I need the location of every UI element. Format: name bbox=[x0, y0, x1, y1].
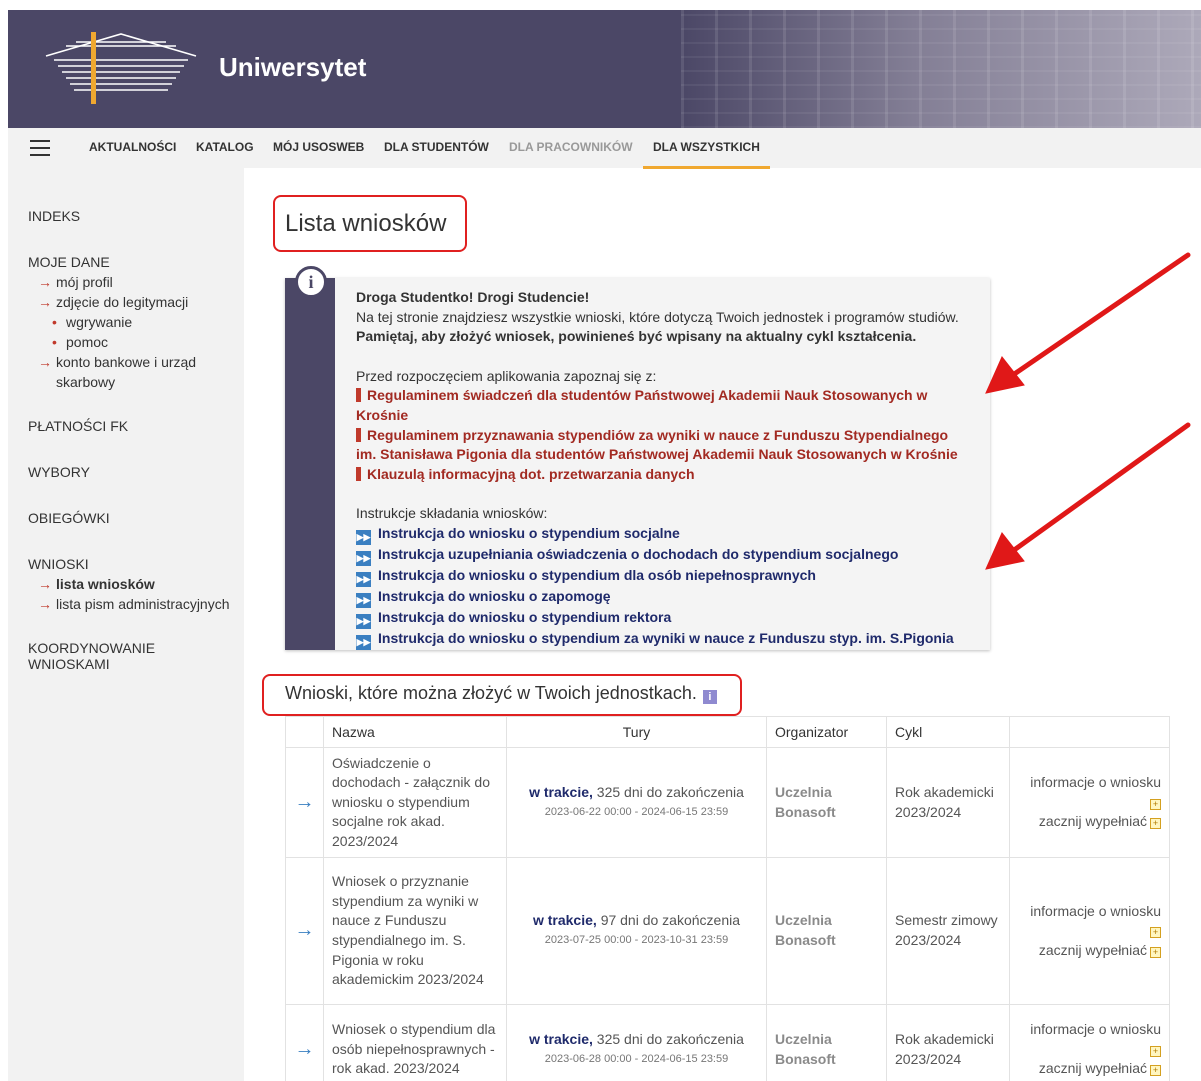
col-nazwa: Nazwa bbox=[323, 716, 507, 748]
page-title: Lista wniosków bbox=[285, 210, 447, 237]
info-panel: i Droga Studentko! Drogi Studencie! Na t… bbox=[285, 266, 990, 650]
row-organizer: Uczelnia Bonasoft bbox=[766, 747, 887, 858]
hamburger-menu-icon[interactable] bbox=[30, 140, 50, 156]
regulation-link[interactable]: Klauzulą informacyjną dot. przetwarzania… bbox=[356, 465, 966, 485]
table-row: → Wniosek o przyznanie stypendium za wyn… bbox=[285, 857, 1170, 1005]
building-image bbox=[681, 10, 1201, 128]
instruction-link[interactable]: ▶▶ Instrukcja do wniosku o zapomogę bbox=[356, 587, 966, 608]
expand-icon: + bbox=[1150, 1045, 1161, 1057]
nav-dla-pracownikow[interactable]: DLA PRACOWNIKÓW bbox=[509, 140, 633, 154]
nav-aktualnosci[interactable]: AKTUALNOŚCI bbox=[89, 140, 176, 154]
row-arrow-icon[interactable]: → bbox=[285, 747, 324, 858]
exclamation-icon bbox=[356, 427, 361, 442]
info-stripe bbox=[285, 278, 335, 650]
sidebar-koordynowanie[interactable]: KOORDYNOWANIE WNIOSKAMI bbox=[28, 640, 178, 672]
sidebar-item-lista-wnioskow[interactable]: → lista wniosków bbox=[28, 574, 244, 594]
row-actions: informacje o wniosku+ zacznij wypełniać + bbox=[1009, 1004, 1170, 1081]
row-arrow-icon[interactable]: → bbox=[285, 857, 324, 1005]
info-icon: i bbox=[295, 266, 327, 298]
start-link[interactable]: zacznij wypełniać + bbox=[1018, 1059, 1161, 1079]
expand-icon: + bbox=[1150, 927, 1161, 939]
instruction-link[interactable]: ▶▶ Instrukcja do wniosku o stypendium rek… bbox=[356, 608, 966, 629]
header-banner: Uniwersytet bbox=[8, 10, 1201, 128]
play-icon: ▶▶ bbox=[356, 613, 371, 629]
sidebar-item-moj-profil[interactable]: → mój profil bbox=[28, 272, 244, 292]
col-tury: Tury bbox=[506, 716, 767, 748]
sidebar-indeks[interactable]: INDEKS bbox=[28, 208, 244, 224]
table-row: → Wniosek o stypendium dla osób niepełno… bbox=[285, 1004, 1170, 1081]
row-actions: informacje o wniosku+ zacznij wypełniać + bbox=[1009, 747, 1170, 858]
play-icon: ▶▶ bbox=[356, 571, 371, 587]
start-link[interactable]: zacznij wypełniać + bbox=[1018, 941, 1161, 961]
row-organizer: Uczelnia Bonasoft bbox=[766, 1004, 887, 1081]
info-remember: Pamiętaj, aby złożyć wniosek, powinieneś… bbox=[356, 328, 917, 345]
row-organizer: Uczelnia Bonasoft bbox=[766, 857, 887, 1005]
row-name: Oświadczenie o dochodach - załącznik do … bbox=[323, 747, 507, 858]
applications-table: Nazwa Tury Organizator Cykl → Oświadczen… bbox=[285, 716, 1170, 1081]
info-before: Przed rozpoczęciem aplikowania zapoznaj … bbox=[356, 367, 657, 384]
exclamation-icon bbox=[356, 388, 361, 403]
regulation-link[interactable]: Regulaminem przyznawania stypendiów za w… bbox=[356, 426, 966, 465]
exclamation-icon bbox=[356, 466, 361, 481]
row-tury: w trakcie, 325 dni do zakończenia 2023-0… bbox=[506, 747, 767, 858]
start-link[interactable]: zacznij wypełniać + bbox=[1018, 812, 1161, 832]
sidebar-wnioski: WNIOSKI → lista wniosków → lista pism admi… bbox=[28, 556, 244, 614]
sidebar-item-konto-bankowe[interactable]: → konto bankowe i urząd skarbowy bbox=[28, 352, 244, 392]
play-icon: ▶▶ bbox=[356, 592, 371, 608]
row-name: Wniosek o stypendium dla osób niepełnosp… bbox=[323, 1004, 507, 1081]
top-navigation: AKTUALNOŚCI KATALOG MÓJ USOSWEB DLA STUD… bbox=[8, 128, 1201, 169]
sidebar-moje-dane-label[interactable]: MOJE DANE bbox=[28, 254, 244, 270]
row-name: Wniosek o przyznanie stypendium za wynik… bbox=[323, 857, 507, 1005]
col-empty bbox=[285, 716, 324, 748]
play-icon: ▶▶ bbox=[356, 634, 371, 650]
sidebar-obiegowki[interactable]: OBIEGÓWKI bbox=[28, 510, 244, 526]
row-cycle: Semestr zimowy 2023/2024 bbox=[886, 857, 1010, 1005]
sidebar-item-wgrywanie[interactable]: • wgrywanie bbox=[28, 312, 244, 332]
instruction-link[interactable]: ▶▶ Instrukcja uzupełniania oświadczenia o… bbox=[356, 545, 966, 566]
section-title: Wnioski, które można złożyć w Twoich jed… bbox=[285, 683, 717, 704]
annotation-arrows bbox=[985, 252, 1191, 570]
site-title: Uniwersytet bbox=[219, 52, 367, 82]
expand-icon: + bbox=[1150, 798, 1161, 810]
sidebar-item-lista-pism[interactable]: → lista pism administracyjnych bbox=[28, 594, 244, 614]
expand-icon: + bbox=[1150, 818, 1161, 830]
info-intro: Na tej stronie znajdziesz wszystkie wnio… bbox=[356, 308, 959, 325]
row-cycle: Rok akademicki 2023/2024 bbox=[886, 747, 1010, 858]
sidebar-wybory[interactable]: WYBORY bbox=[28, 464, 244, 480]
instruction-link[interactable]: ▶▶ Instrukcja do wniosku o stypendium dla… bbox=[356, 566, 966, 587]
nav-katalog[interactable]: KATALOG bbox=[196, 140, 254, 154]
row-actions: informacje o wniosku+ zacznij wypełniać + bbox=[1009, 857, 1170, 1005]
sidebar-platnosci[interactable]: PŁATNOŚCI FK bbox=[28, 418, 244, 434]
row-tury: w trakcie, 325 dni do zakończenia 2023-0… bbox=[506, 1004, 767, 1081]
expand-icon: + bbox=[1150, 946, 1161, 958]
info-small-icon[interactable]: i bbox=[702, 690, 717, 704]
university-logo-icon bbox=[45, 32, 197, 104]
sidebar: INDEKS MOJE DANE → mój profil → zdjęcie do… bbox=[8, 168, 244, 1081]
info-link[interactable]: informacje o wniosku+ bbox=[1018, 1020, 1161, 1059]
table-row: → Oświadczenie o dochodach - załącznik d… bbox=[285, 747, 1170, 858]
row-tury: w trakcie, 97 dni do zakończenia 2023-07… bbox=[506, 857, 767, 1005]
sidebar-wnioski-label[interactable]: WNIOSKI bbox=[28, 556, 244, 572]
nav-dla-wszystkich[interactable]: DLA WSZYSTKICH bbox=[643, 140, 770, 169]
regulation-link[interactable]: Regulaminem świadczeń dla studentów Pańs… bbox=[356, 386, 966, 425]
row-arrow-icon[interactable]: → bbox=[285, 1004, 324, 1081]
nav-dla-studentow[interactable]: DLA STUDENTÓW bbox=[384, 140, 489, 154]
sidebar-item-pomoc[interactable]: • pomoc bbox=[28, 332, 244, 352]
instruction-link[interactable]: ▶▶ Instrukcja do wniosku o stypendium za … bbox=[356, 629, 966, 650]
info-greeting: Droga Studentko! Drogi Studencie! bbox=[356, 289, 590, 305]
row-cycle: Rok akademicki 2023/2024 bbox=[886, 1004, 1010, 1081]
info-link[interactable]: informacje o wniosku+ bbox=[1018, 902, 1161, 941]
info-link[interactable]: informacje o wniosku+ bbox=[1018, 773, 1161, 812]
instruction-link[interactable]: ▶▶ Instrukcja do wniosku o stypendium soc… bbox=[356, 524, 966, 545]
nav-moj-usosweb[interactable]: MÓJ USOSWEB bbox=[273, 140, 364, 154]
play-icon: ▶▶ bbox=[356, 529, 371, 545]
col-organizator: Organizator bbox=[766, 716, 887, 748]
info-instructions-heading: Instrukcje składania wniosków: bbox=[356, 505, 548, 522]
col-cykl: Cykl bbox=[886, 716, 1010, 748]
sidebar-moje-dane: MOJE DANE → mój profil → zdjęcie do legity… bbox=[28, 254, 244, 392]
col-actions bbox=[1009, 716, 1170, 748]
sidebar-item-zdjecie[interactable]: → zdjęcie do legitymacji bbox=[28, 292, 244, 312]
expand-icon: + bbox=[1150, 1065, 1161, 1077]
play-icon: ▶▶ bbox=[356, 550, 371, 566]
